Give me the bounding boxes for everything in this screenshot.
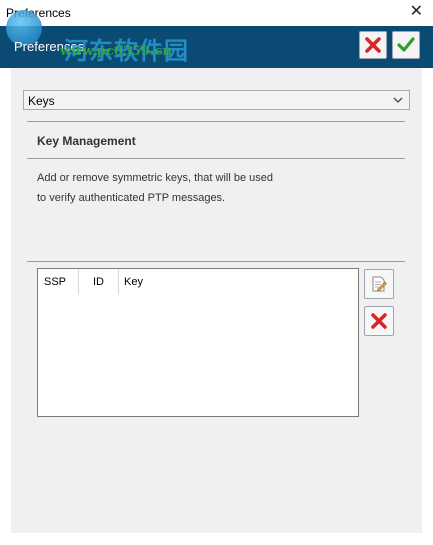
- section-description-line2: to verify authenticated PTP messages.: [37, 192, 226, 204]
- window-close-button[interactable]: ✕: [410, 3, 423, 21]
- section-title: Key Management: [37, 134, 136, 148]
- chevron-down-icon: [393, 97, 403, 103]
- column-header-id[interactable]: ID: [87, 269, 118, 295]
- keys-table[interactable]: SSP ID Key: [37, 268, 359, 417]
- divider: [27, 121, 405, 122]
- x-icon: [371, 313, 387, 329]
- ok-button[interactable]: [392, 31, 420, 59]
- divider: [27, 261, 405, 262]
- edit-key-button[interactable]: [364, 269, 394, 299]
- divider: [27, 158, 405, 159]
- column-header-key[interactable]: Key: [118, 269, 358, 295]
- category-select-value: Keys: [28, 94, 55, 108]
- column-header-ssp[interactable]: SSP: [38, 269, 78, 295]
- delete-key-button[interactable]: [364, 306, 394, 336]
- x-icon: [365, 37, 381, 53]
- window-titlebar: Preferences ✕: [0, 0, 433, 26]
- column-divider: [78, 269, 79, 295]
- cancel-button[interactable]: [359, 31, 387, 59]
- section-description-line1: Add or remove symmetric keys, that will …: [37, 172, 273, 184]
- watermark-url: www.pc0359.cn: [60, 44, 172, 59]
- edit-document-icon: [372, 276, 387, 292]
- check-icon: [397, 37, 415, 52]
- category-select[interactable]: Keys: [23, 90, 410, 110]
